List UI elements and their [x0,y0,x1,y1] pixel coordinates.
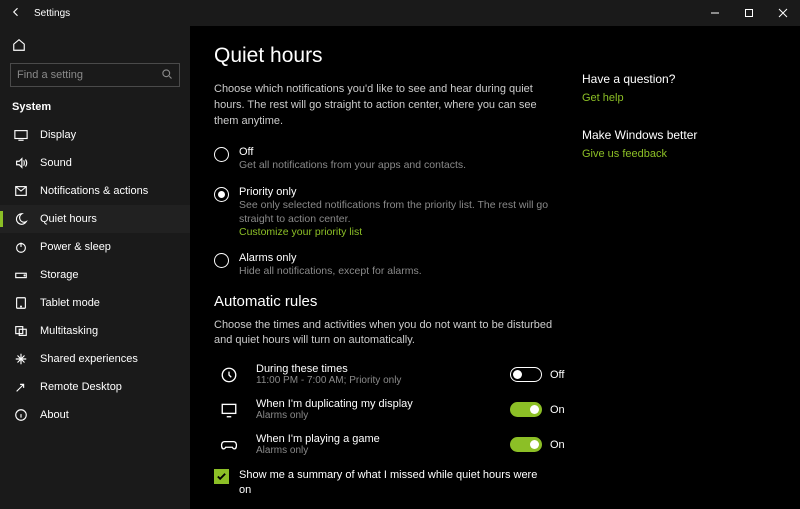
toggle-label: On [550,404,570,416]
rule-sub: Alarms only [256,445,498,456]
rule-title: During these times [256,363,498,375]
radio-icon[interactable] [214,147,229,162]
sidebar-heading: System [0,101,190,121]
monitor-icon [214,401,244,419]
notifications-icon [14,184,28,198]
info-icon [14,408,28,422]
option-sub: See only selected notifications from the… [239,198,549,226]
multitasking-icon [14,324,28,338]
sidebar-item-label: Sound [40,157,72,169]
checkbox-icon[interactable] [214,469,229,484]
sidebar-item-label: Storage [40,269,79,281]
sound-icon [14,156,28,170]
search-input[interactable] [17,69,161,81]
sidebar-item-label: About [40,409,69,421]
window-title: Settings [34,8,70,19]
home-button[interactable] [0,34,190,63]
titlebar: Settings [0,0,800,26]
checkbox-label: Show me a summary of what I missed while… [239,468,539,498]
toggle-label: On [550,439,570,451]
toggle-switch[interactable] [510,437,542,452]
sidebar-item-sound[interactable]: Sound [0,149,190,177]
game-icon [214,436,244,454]
rule-during-times[interactable]: During these times 11:00 PM - 7:00 AM; P… [214,363,570,386]
rule-sub: Alarms only [256,410,498,421]
maximize-button[interactable] [732,0,766,26]
option-alarms[interactable]: Alarms only Hide all notifications, exce… [214,252,570,278]
option-sub: Hide all notifications, except for alarm… [239,264,422,278]
sidebar-item-notifications[interactable]: Notifications & actions [0,177,190,205]
rule-sub: 11:00 PM - 7:00 AM; Priority only [256,375,498,386]
sidebar-item-label: Remote Desktop [40,381,122,393]
sidebar-item-label: Tablet mode [40,297,100,309]
rules-heading: Automatic rules [214,293,570,310]
sidebar-item-multitasking[interactable]: Multitasking [0,317,190,345]
main-content: Quiet hours Choose which notifications y… [190,44,582,509]
display-icon [14,128,28,142]
power-icon [14,240,28,254]
sidebar-item-storage[interactable]: Storage [0,261,190,289]
rule-title: When I'm playing a game [256,433,498,445]
remote-icon [14,380,28,394]
sidebar-item-label: Notifications & actions [40,185,148,197]
get-help-link[interactable]: Get help [582,92,742,104]
toggle-label: Off [550,369,570,381]
search-box[interactable] [10,63,180,87]
radio-icon[interactable] [214,253,229,268]
tablet-icon [14,296,28,310]
rule-title: When I'm duplicating my display [256,398,498,410]
customize-priority-link[interactable]: Customize your priority list [239,226,549,238]
option-title: Off [239,146,466,158]
aside: Have a question? Get help Make Windows b… [582,44,752,509]
sidebar-item-display[interactable]: Display [0,121,190,149]
clock-icon [214,366,244,384]
shared-icon [14,352,28,366]
sidebar-item-quiet-hours[interactable]: Quiet hours [0,205,190,233]
sidebar-item-label: Shared experiences [40,353,138,365]
page-title: Quiet hours [214,44,570,68]
option-sub: Get all notifications from your apps and… [239,158,466,172]
question-heading: Have a question? [582,72,742,86]
search-icon [161,68,173,83]
rule-playing-game[interactable]: When I'm playing a game Alarms only On [214,433,570,456]
sidebar-item-label: Display [40,129,76,141]
feedback-heading: Make Windows better [582,128,742,142]
summary-checkbox-row[interactable]: Show me a summary of what I missed while… [214,468,570,498]
storage-icon [14,268,28,282]
sidebar: System Display Sound Notifications & act… [0,26,190,509]
sidebar-item-label: Power & sleep [40,241,111,253]
toggle-switch[interactable] [510,402,542,417]
close-button[interactable] [766,0,800,26]
sidebar-item-shared[interactable]: Shared experiences [0,345,190,373]
option-priority[interactable]: Priority only See only selected notifica… [214,186,570,238]
sidebar-item-tablet[interactable]: Tablet mode [0,289,190,317]
option-title: Alarms only [239,252,422,264]
option-title: Priority only [239,186,549,198]
rules-description: Choose the times and activities when you… [214,318,554,350]
rule-duplicating-display[interactable]: When I'm duplicating my display Alarms o… [214,398,570,421]
minimize-button[interactable] [698,0,732,26]
sidebar-item-label: Quiet hours [40,213,97,225]
toggle-switch[interactable] [510,367,542,382]
sidebar-item-about[interactable]: About [0,401,190,429]
radio-icon[interactable] [214,187,229,202]
sidebar-item-remote[interactable]: Remote Desktop [0,373,190,401]
moon-icon [14,212,28,226]
option-off[interactable]: Off Get all notifications from your apps… [214,146,570,172]
back-icon[interactable] [10,6,22,21]
sidebar-item-power[interactable]: Power & sleep [0,233,190,261]
feedback-link[interactable]: Give us feedback [582,148,742,160]
page-description: Choose which notifications you'd like to… [214,82,554,130]
sidebar-item-label: Multitasking [40,325,98,337]
